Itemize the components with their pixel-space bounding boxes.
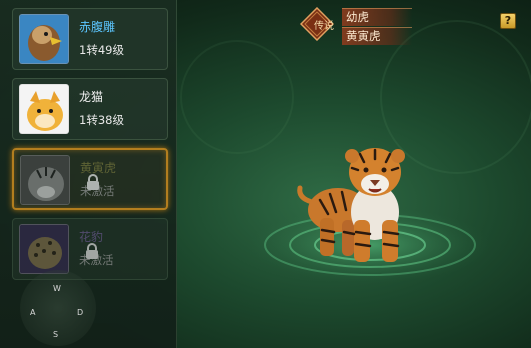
rarity-badge-text: 传说 <box>314 21 334 32</box>
pet-level: 1转49级 <box>79 43 124 57</box>
movement-joystick[interactable]: W A D S <box>20 270 96 346</box>
tiger-3d-model[interactable] <box>290 140 440 270</box>
pet-card-tiger[interactable]: 黄寅虎 未激活 <box>12 148 168 210</box>
eagle-portrait <box>19 14 69 64</box>
lock-icon <box>87 174 99 190</box>
pet-name-label: 黄寅虎 <box>342 27 412 45</box>
joystick-key-up: W <box>53 284 61 293</box>
pet-title-banner: 传说 幼虎 黄寅虎 <box>300 5 440 45</box>
joystick-key-down: S <box>53 330 59 339</box>
help-button[interactable]: ? <box>500 13 516 29</box>
lock-icon <box>86 243 98 259</box>
pet-card-eagle[interactable]: 赤腹雕 1转49级 <box>12 8 168 70</box>
joystick-key-left: A <box>30 308 36 317</box>
pet-stage-label: 幼虎 <box>342 8 412 26</box>
background-pattern <box>180 40 294 154</box>
dragon-cat-portrait <box>19 84 69 134</box>
leopard-portrait <box>19 224 69 274</box>
tiger-portrait <box>20 155 70 205</box>
pet-list-panel[interactable]: 赤腹雕 1转49级 龙猫 1转38级 黄寅虎 未激活 花豹 未激活 W A D … <box>0 0 177 348</box>
pet-card-dragon-cat[interactable]: 龙猫 1转38级 <box>12 78 168 140</box>
pet-level: 1转38级 <box>79 113 124 127</box>
pet-name: 赤腹雕 <box>79 20 116 34</box>
pet-name: 龙猫 <box>79 90 104 104</box>
pet-card-leopard[interactable]: 花豹 未激活 <box>12 218 168 280</box>
joystick-key-right: D <box>77 308 84 317</box>
